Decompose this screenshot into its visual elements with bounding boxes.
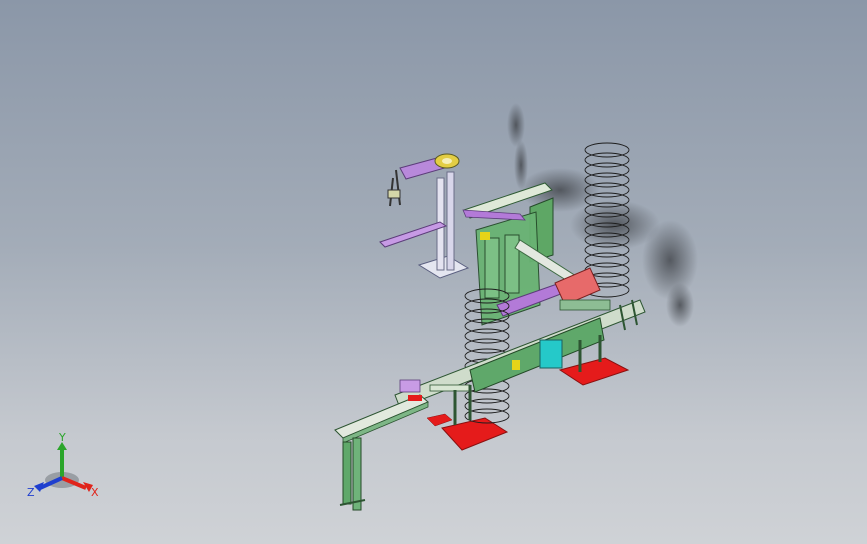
assembly-model[interactable] [0,0,867,544]
axis-triad[interactable]: Y X Z [26,430,106,505]
z-axis-label: Z [27,486,35,499]
x-axis-label: X [91,486,99,499]
outfeed-conveyor [334,379,429,511]
cad-viewport[interactable]: Y X Z [0,0,867,544]
robot-arm [379,153,470,279]
y-axis-label: Y [58,431,66,444]
